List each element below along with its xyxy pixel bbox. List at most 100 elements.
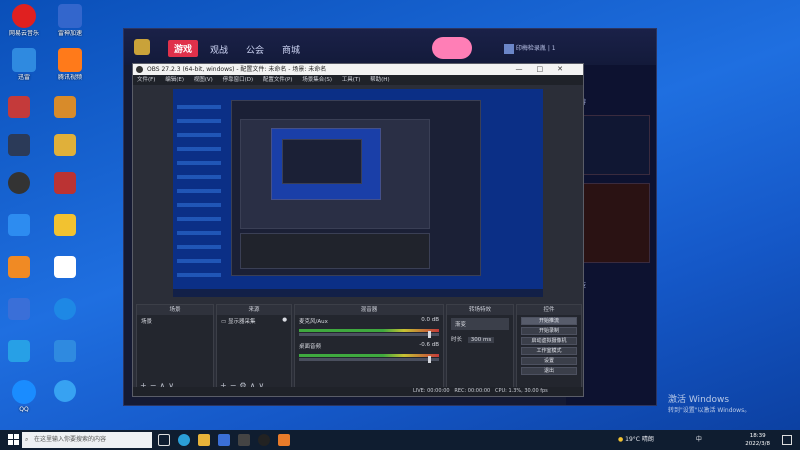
taskbar: ⌕ 在这里输入你要搜索的内容 ● 19°C 晴朗 中 18:39 2022/3/… <box>0 430 800 450</box>
duration-input[interactable]: 300 ms <box>467 337 495 343</box>
menu-tools[interactable]: 工具(T) <box>342 77 361 83</box>
system-tray: ● 19°C 晴朗 中 <box>618 430 702 450</box>
desktop-shortcut-icon[interactable] <box>8 340 30 362</box>
preview-desktop-icons <box>177 95 221 281</box>
nested-capture-4 <box>282 139 362 184</box>
obs-window: OBS 27.2.3 (64-bit, windows) - 配置文件: 未命名… <box>132 63 584 397</box>
transitions-header: 转场特效 <box>447 305 513 315</box>
scenes-header: 场景 <box>137 305 213 315</box>
obs-menubar: 文件(F) 编辑(E) 视图(V) 停靠窗口(D) 配置文件(P) 场景集合(S… <box>133 75 583 85</box>
desktop-volume-slider[interactable] <box>299 356 439 363</box>
nav-watch[interactable]: 观战 <box>210 43 228 56</box>
promo-card[interactable] <box>574 115 650 175</box>
mixer-channel-mic: 麦克风/Aux 0.0 dB <box>299 317 439 325</box>
menu-scene-collection[interactable]: 场景集合(S) <box>302 77 332 83</box>
desktop-icon[interactable]: 雷神加速 <box>48 4 92 37</box>
obs-logo-icon <box>136 66 143 73</box>
menu-profile[interactable]: 配置文件(P) <box>263 77 293 83</box>
weather-text[interactable]: 19°C 晴朗 <box>625 436 654 443</box>
scenes-dock: 场景 场景 +−∧∨ <box>136 304 214 392</box>
desktop-shortcut-icon[interactable] <box>8 298 30 320</box>
desktop-shortcut-icon[interactable] <box>8 214 30 236</box>
studio-mode-button[interactable]: 工作室模式 <box>521 347 577 355</box>
game-topbar: 游戏 观战 公会 商城 印梅检录胤 | 1 <box>124 29 656 65</box>
tencent-video-icon <box>58 48 82 72</box>
leishen-icon <box>58 4 82 28</box>
obs-preview[interactable] <box>173 89 543 297</box>
desktop-meter <box>299 354 439 357</box>
maximize-button[interactable]: □ <box>537 65 558 73</box>
avatar <box>504 43 514 54</box>
transition-select[interactable]: 渐变 <box>451 318 509 330</box>
desktop-icon[interactable]: QQ <box>2 380 46 413</box>
start-recording-button[interactable]: 开始录制 <box>521 327 577 335</box>
nested-docks <box>240 233 430 269</box>
desktop-icon[interactable]: 迅雷 <box>2 48 46 81</box>
obs-titlebar[interactable]: OBS 27.2.3 (64-bit, windows) - 配置文件: 未命名… <box>133 64 583 75</box>
activate-windows-watermark: 激活 Windows 转到"设置"以激活 Windows。 <box>668 395 751 414</box>
notification-icon[interactable] <box>782 435 792 445</box>
input-method[interactable]: 中 <box>696 436 702 443</box>
promo-card[interactable] <box>574 183 650 263</box>
desktop-shortcut-icon[interactable] <box>8 134 30 156</box>
mic-volume-slider[interactable] <box>299 331 439 338</box>
preview-taskbar <box>173 289 543 297</box>
source-item[interactable]: ▭ 显示器采集 ● <box>217 315 291 327</box>
desktop-shortcut-icon[interactable] <box>54 214 76 236</box>
nested-capture-2 <box>240 119 430 229</box>
nav-guild[interactable]: 公会 <box>246 43 264 56</box>
game-logo-icon <box>134 39 150 55</box>
obs-title: OBS 27.2.3 (64-bit, windows) - 配置文件: 未命名… <box>147 66 327 73</box>
menu-view[interactable]: 视图(V) <box>194 77 213 83</box>
settings-button[interactable]: 设置 <box>521 357 577 365</box>
start-streaming-button[interactable]: 开始推流 <box>521 317 577 325</box>
close-button[interactable]: ✕ <box>557 65 577 73</box>
qq-icon <box>12 380 36 404</box>
nav-shop[interactable]: 商城 <box>282 43 300 56</box>
desktop-icon[interactable]: 腾讯视频 <box>48 48 92 81</box>
clock[interactable]: 18:39 2022/3/8 <box>745 432 770 448</box>
menu-file[interactable]: 文件(F) <box>137 77 155 83</box>
eye-icon[interactable]: ● <box>282 317 287 323</box>
virtual-camera-button[interactable]: 启动虚拟摄像机 <box>521 337 577 345</box>
desktop-icon[interactable]: 网易云音乐 <box>2 4 46 37</box>
menu-edit[interactable]: 编辑(E) <box>165 77 184 83</box>
desktop-shortcut-icon[interactable] <box>54 298 76 320</box>
mixer-header: 混音器 <box>295 305 443 315</box>
netease-music-icon <box>12 4 36 28</box>
controls-header: 控件 <box>517 305 581 315</box>
transitions-dock: 转场特效 渐变 时长 300 ms <box>446 304 514 392</box>
game-brand-badge <box>432 37 472 59</box>
obs-app-icon[interactable] <box>258 434 270 446</box>
desktop-shortcut-icon[interactable] <box>8 172 30 194</box>
game-app-icon[interactable] <box>238 434 250 446</box>
transition-duration: 时长 300 ms <box>447 333 513 345</box>
user-info[interactable]: 印梅检录胤 | 1 <box>504 43 654 57</box>
store-icon[interactable] <box>218 434 230 446</box>
search-icon: ⌕ <box>25 436 29 443</box>
exit-button[interactable]: 退出 <box>521 367 577 375</box>
desktop-shortcut-icon[interactable] <box>54 96 76 118</box>
task-view-icon[interactable] <box>158 434 170 446</box>
taskbar-search[interactable]: ⌕ 在这里输入你要搜索的内容 <box>22 432 152 448</box>
minimize-button[interactable]: — <box>516 65 537 73</box>
rec-status: REC: 00:00:00 <box>454 388 491 394</box>
menu-docks[interactable]: 停靠窗口(D) <box>223 77 254 83</box>
desktop-shortcut-icon[interactable] <box>8 256 30 278</box>
scene-item[interactable]: 场景 <box>137 315 213 327</box>
desktop-shortcut-icon[interactable] <box>54 340 76 362</box>
desktop-shortcut-icon[interactable] <box>8 96 30 118</box>
start-button[interactable] <box>8 434 20 446</box>
mic-meter <box>299 329 439 332</box>
obs-statusbar: LIVE: 00:00:00 REC: 00:00:00 CPU: 1.3%, … <box>133 387 583 396</box>
app-icon[interactable] <box>278 434 290 446</box>
nested-capture-3 <box>271 128 381 200</box>
edge-icon[interactable] <box>178 434 190 446</box>
desktop-shortcut-icon[interactable] <box>54 134 76 156</box>
nav-games[interactable]: 游戏 <box>168 40 199 57</box>
desktop-shortcut-icon[interactable] <box>54 172 76 194</box>
desktop-shortcut-icon[interactable] <box>54 256 76 278</box>
menu-help[interactable]: 帮助(H) <box>370 77 389 83</box>
desktop-shortcut-icon[interactable] <box>54 380 76 402</box>
explorer-icon[interactable] <box>198 434 210 446</box>
